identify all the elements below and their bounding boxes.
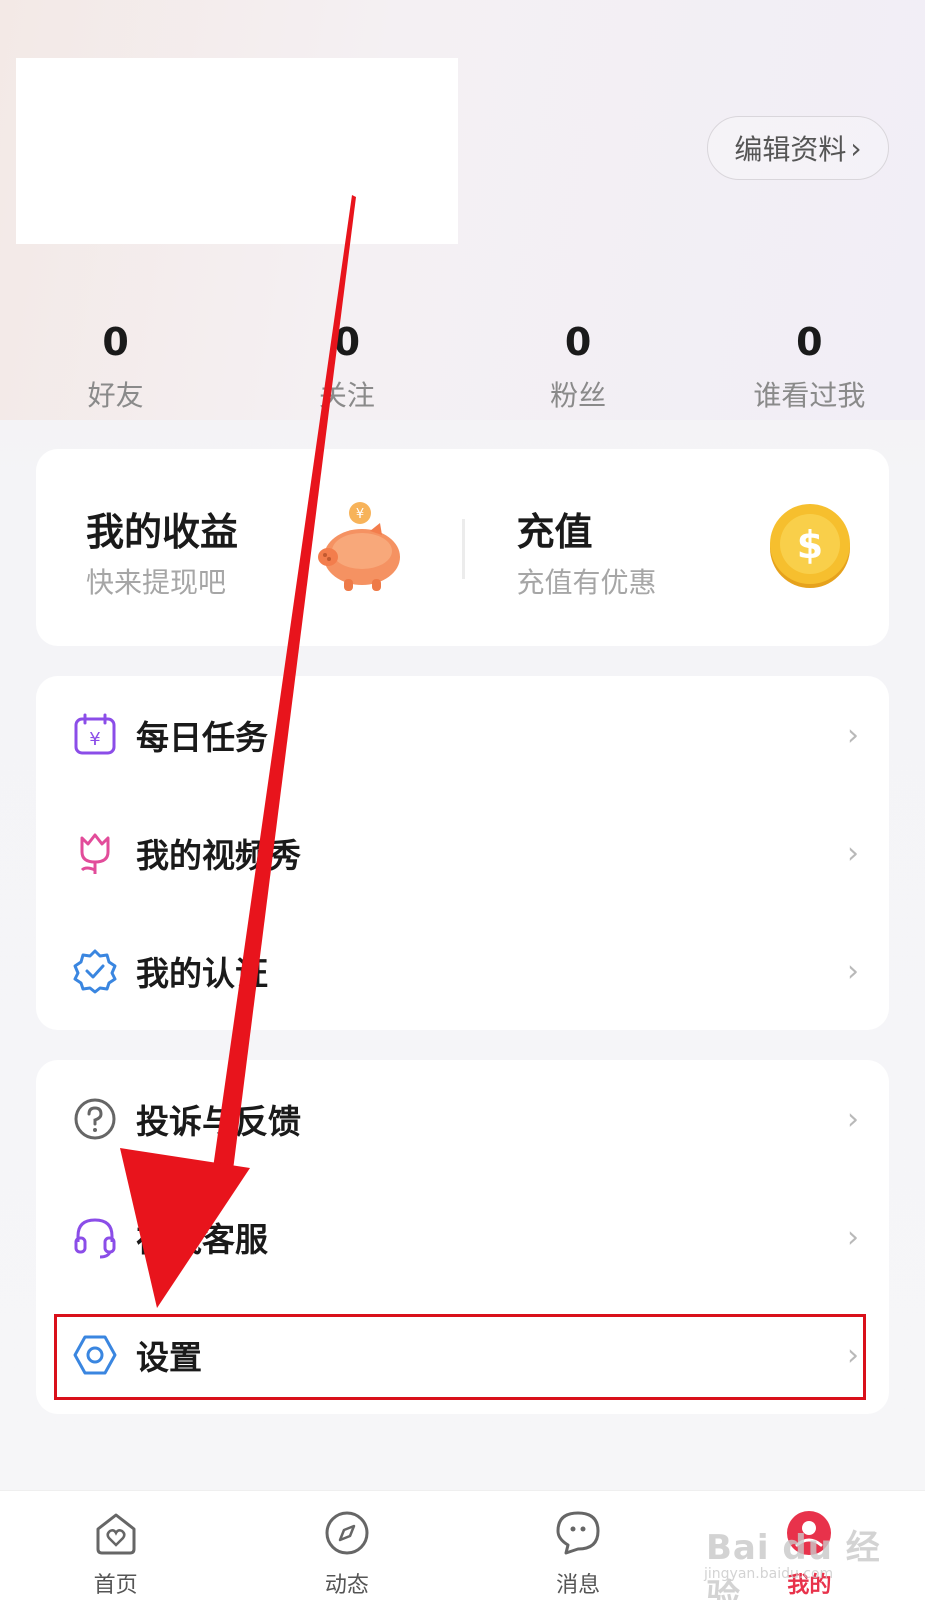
stat-value: 0 — [102, 320, 129, 364]
tab-label: 动态 — [324, 1573, 369, 1598]
chat-bubble-icon — [556, 1511, 600, 1555]
stat-following[interactable]: 0 关注 — [231, 318, 462, 418]
stat-value: 0 — [333, 320, 361, 364]
menu-item-daily-tasks[interactable]: ¥ 每日任务 › — [36, 676, 889, 794]
stat-label: 好友 — [87, 379, 144, 412]
menu-item-label: 每日任务 — [136, 718, 268, 757]
stat-label: 谁看过我 — [753, 379, 866, 412]
stat-value: 0 — [796, 320, 823, 364]
recharge-subtitle: 充值有优惠 — [516, 566, 657, 599]
svg-text:¥: ¥ — [89, 729, 100, 750]
help-circle-icon — [74, 1098, 116, 1140]
tab-home[interactable]: 首页 — [0, 1491, 231, 1600]
home-heart-icon — [96, 1513, 136, 1555]
earnings-title: 我的收益 — [86, 510, 239, 554]
menu-item-video-show[interactable]: 我的视频秀 › — [36, 794, 889, 912]
features-list: ¥ 每日任务 › 我的视频秀 › 我的认证 › — [36, 676, 889, 1030]
menu-item-label: 投诉与反馈 — [136, 1102, 301, 1141]
stat-label: 关注 — [318, 379, 375, 412]
compass-icon — [325, 1511, 369, 1555]
stat-value: 0 — [564, 320, 592, 364]
menu-item-customer-service[interactable]: 在线客服 › — [36, 1178, 889, 1296]
stat-friends[interactable]: 0 好友 — [0, 318, 231, 418]
menu-item-label: 我的视频秀 — [136, 836, 301, 875]
menu-item-settings[interactable]: 设置 › — [36, 1296, 889, 1414]
edit-profile-label: 编辑资料 — [734, 133, 847, 166]
watermark-sub: jingyan.baidu.com — [704, 1566, 834, 1582]
tab-label: 消息 — [556, 1573, 601, 1598]
avatar-area-redacted — [16, 58, 458, 244]
menu-item-label: 设置 — [136, 1338, 202, 1377]
menu-item-feedback[interactable]: 投诉与反馈 › — [36, 1060, 889, 1178]
menu-item-label: 在线客服 — [136, 1220, 268, 1259]
gold-coin-icon: $ — [769, 504, 850, 588]
stat-visitors[interactable]: 0 谁看过我 — [694, 318, 925, 418]
watermark-main: Bai du 经验 — [706, 1528, 881, 1600]
svg-text:$: $ — [796, 523, 822, 567]
earnings-card: 我的收益 快来提现吧 ¥ 充值 充值有优惠 $ — [36, 449, 889, 646]
chevron-right-icon: › — [847, 1101, 859, 1137]
profile-stats: 0 好友 0 关注 0 粉丝 0 谁看过我 — [0, 318, 925, 418]
settings-hexagon-icon — [73, 1335, 117, 1375]
baidu-jingyan-watermark: Bai du 经验 jingyan.baidu.com — [700, 1502, 890, 1600]
menu-item-verification[interactable]: 我的认证 › — [36, 912, 889, 1030]
recharge-title: 充值 — [516, 510, 593, 554]
edit-profile-button[interactable]: 编辑资料 › — [707, 116, 889, 180]
my-earnings-entry[interactable]: 我的收益 快来提现吧 ¥ — [36, 449, 463, 646]
recharge-entry[interactable]: 充值 充值有优惠 $ — [463, 449, 890, 646]
chevron-right-icon: › — [847, 1219, 859, 1255]
tulip-icon — [80, 833, 110, 874]
stat-label: 粉丝 — [550, 379, 607, 412]
chevron-right-icon: › — [847, 717, 859, 753]
chevron-right-icon: › — [847, 953, 859, 989]
support-list: 投诉与反馈 › 在线客服 › 设置 › — [36, 1060, 889, 1414]
svg-text:¥: ¥ — [356, 507, 364, 522]
earnings-subtitle: 快来提现吧 — [86, 566, 227, 599]
tab-feed[interactable]: 动态 — [231, 1491, 462, 1600]
stat-fans[interactable]: 0 粉丝 — [463, 318, 694, 418]
chevron-right-icon: › — [850, 131, 862, 165]
calendar-yen-icon: ¥ — [74, 713, 116, 755]
chevron-right-icon: › — [847, 835, 859, 871]
tab-label: 首页 — [93, 1573, 138, 1598]
tab-messages[interactable]: 消息 — [463, 1491, 694, 1600]
chevron-right-icon: › — [847, 1337, 859, 1373]
menu-item-label: 我的认证 — [136, 954, 268, 993]
verified-badge-icon — [73, 949, 117, 994]
piggy-bank-icon: ¥ — [318, 502, 400, 591]
headset-icon — [74, 1218, 116, 1259]
